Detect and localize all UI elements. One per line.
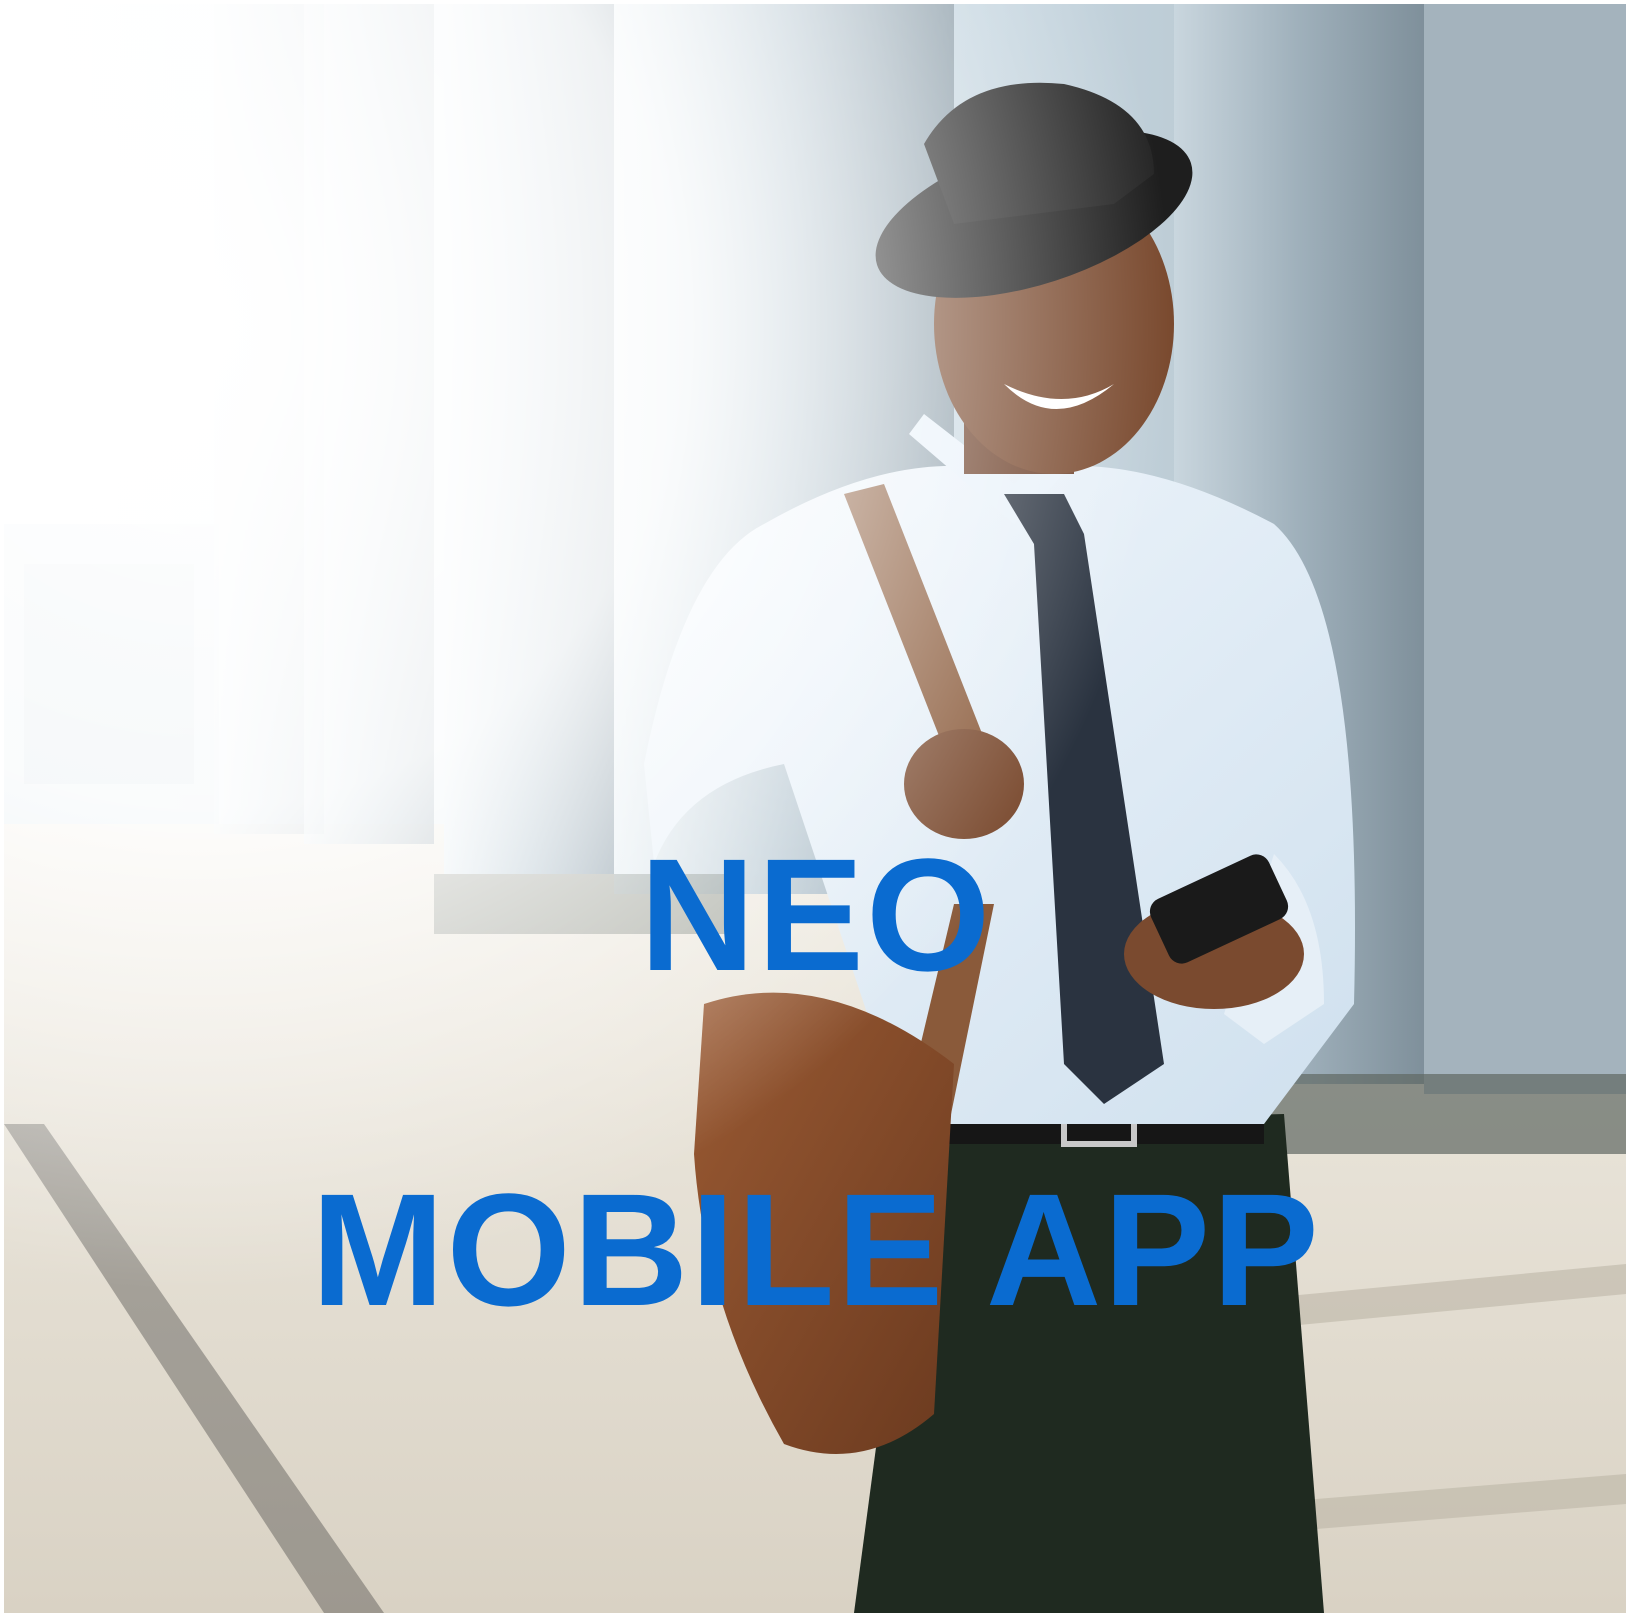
ad-banner: NEO MOBILE APP xyxy=(0,0,1632,1617)
headline-line-1: NEO xyxy=(639,825,993,1004)
headline-line-2: MOBILE APP xyxy=(311,1160,1321,1339)
photo-illustration xyxy=(4,4,1626,1613)
background-photo xyxy=(4,4,1626,1613)
